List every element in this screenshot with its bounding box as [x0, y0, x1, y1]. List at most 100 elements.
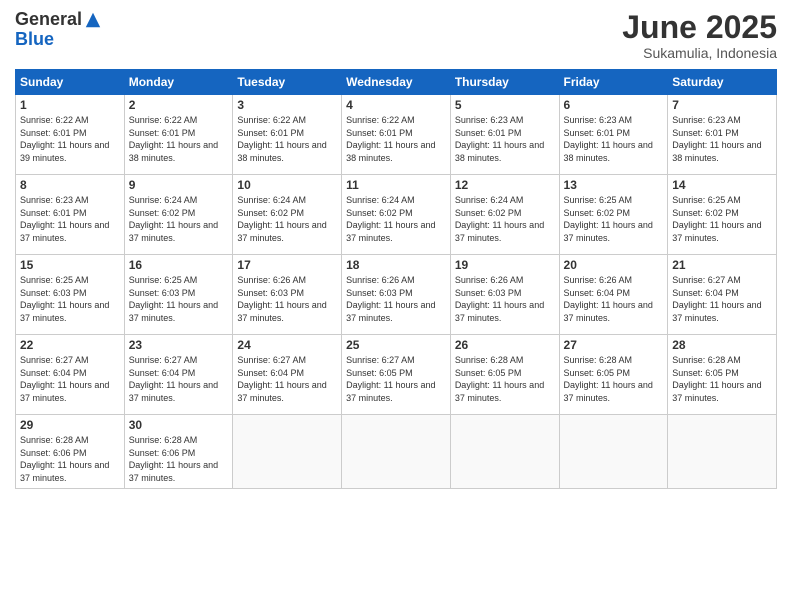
day-info: Sunrise: 6:24 AM Sunset: 6:02 PM Dayligh… — [129, 194, 229, 244]
calendar-week-row: 29 Sunrise: 6:28 AM Sunset: 6:06 PM Dayl… — [16, 415, 777, 488]
day-number: 4 — [346, 98, 446, 112]
day-info: Sunrise: 6:22 AM Sunset: 6:01 PM Dayligh… — [129, 114, 229, 164]
table-row: 5 Sunrise: 6:23 AM Sunset: 6:01 PM Dayli… — [450, 95, 559, 175]
day-info: Sunrise: 6:22 AM Sunset: 6:01 PM Dayligh… — [237, 114, 337, 164]
table-row: 4 Sunrise: 6:22 AM Sunset: 6:01 PM Dayli… — [342, 95, 451, 175]
table-row: 15 Sunrise: 6:25 AM Sunset: 6:03 PM Dayl… — [16, 255, 125, 335]
table-row: 3 Sunrise: 6:22 AM Sunset: 6:01 PM Dayli… — [233, 95, 342, 175]
table-row: 13 Sunrise: 6:25 AM Sunset: 6:02 PM Dayl… — [559, 175, 668, 255]
calendar-table: Sunday Monday Tuesday Wednesday Thursday… — [15, 69, 777, 488]
day-number: 17 — [237, 258, 337, 272]
header-monday: Monday — [124, 70, 233, 95]
title-area: June 2025 Sukamulia, Indonesia — [622, 10, 777, 61]
table-row — [450, 415, 559, 488]
day-info: Sunrise: 6:22 AM Sunset: 6:01 PM Dayligh… — [20, 114, 120, 164]
table-row: 24 Sunrise: 6:27 AM Sunset: 6:04 PM Dayl… — [233, 335, 342, 415]
table-row: 19 Sunrise: 6:26 AM Sunset: 6:03 PM Dayl… — [450, 255, 559, 335]
header-sunday: Sunday — [16, 70, 125, 95]
table-row: 6 Sunrise: 6:23 AM Sunset: 6:01 PM Dayli… — [559, 95, 668, 175]
day-number: 26 — [455, 338, 555, 352]
header-tuesday: Tuesday — [233, 70, 342, 95]
day-number: 27 — [564, 338, 664, 352]
calendar-week-row: 1 Sunrise: 6:22 AM Sunset: 6:01 PM Dayli… — [16, 95, 777, 175]
day-info: Sunrise: 6:27 AM Sunset: 6:04 PM Dayligh… — [672, 274, 772, 324]
day-info: Sunrise: 6:28 AM Sunset: 6:05 PM Dayligh… — [672, 354, 772, 404]
day-info: Sunrise: 6:28 AM Sunset: 6:06 PM Dayligh… — [129, 434, 229, 484]
logo-text: General Blue — [15, 10, 102, 50]
page: General Blue June 2025 Sukamulia, Indone… — [0, 0, 792, 612]
day-number: 25 — [346, 338, 446, 352]
day-number: 8 — [20, 178, 120, 192]
table-row: 20 Sunrise: 6:26 AM Sunset: 6:04 PM Dayl… — [559, 255, 668, 335]
day-info: Sunrise: 6:25 AM Sunset: 6:02 PM Dayligh… — [672, 194, 772, 244]
table-row: 27 Sunrise: 6:28 AM Sunset: 6:05 PM Dayl… — [559, 335, 668, 415]
table-row: 14 Sunrise: 6:25 AM Sunset: 6:02 PM Dayl… — [668, 175, 777, 255]
day-number: 19 — [455, 258, 555, 272]
table-row: 12 Sunrise: 6:24 AM Sunset: 6:02 PM Dayl… — [450, 175, 559, 255]
day-info: Sunrise: 6:25 AM Sunset: 6:03 PM Dayligh… — [129, 274, 229, 324]
day-info: Sunrise: 6:23 AM Sunset: 6:01 PM Dayligh… — [455, 114, 555, 164]
day-info: Sunrise: 6:28 AM Sunset: 6:05 PM Dayligh… — [564, 354, 664, 404]
day-number: 7 — [672, 98, 772, 112]
day-info: Sunrise: 6:27 AM Sunset: 6:05 PM Dayligh… — [346, 354, 446, 404]
header-wednesday: Wednesday — [342, 70, 451, 95]
day-number: 30 — [129, 418, 229, 432]
day-number: 1 — [20, 98, 120, 112]
day-number: 23 — [129, 338, 229, 352]
table-row: 17 Sunrise: 6:26 AM Sunset: 6:03 PM Dayl… — [233, 255, 342, 335]
table-row: 30 Sunrise: 6:28 AM Sunset: 6:06 PM Dayl… — [124, 415, 233, 488]
day-info: Sunrise: 6:28 AM Sunset: 6:05 PM Dayligh… — [455, 354, 555, 404]
day-number: 21 — [672, 258, 772, 272]
day-info: Sunrise: 6:27 AM Sunset: 6:04 PM Dayligh… — [129, 354, 229, 404]
table-row: 18 Sunrise: 6:26 AM Sunset: 6:03 PM Dayl… — [342, 255, 451, 335]
header-saturday: Saturday — [668, 70, 777, 95]
day-number: 12 — [455, 178, 555, 192]
calendar-week-row: 8 Sunrise: 6:23 AM Sunset: 6:01 PM Dayli… — [16, 175, 777, 255]
table-row: 11 Sunrise: 6:24 AM Sunset: 6:02 PM Dayl… — [342, 175, 451, 255]
day-number: 3 — [237, 98, 337, 112]
day-number: 13 — [564, 178, 664, 192]
table-row: 7 Sunrise: 6:23 AM Sunset: 6:01 PM Dayli… — [668, 95, 777, 175]
table-row: 29 Sunrise: 6:28 AM Sunset: 6:06 PM Dayl… — [16, 415, 125, 488]
day-number: 6 — [564, 98, 664, 112]
day-number: 2 — [129, 98, 229, 112]
day-number: 14 — [672, 178, 772, 192]
table-row — [233, 415, 342, 488]
day-info: Sunrise: 6:24 AM Sunset: 6:02 PM Dayligh… — [237, 194, 337, 244]
day-info: Sunrise: 6:26 AM Sunset: 6:04 PM Dayligh… — [564, 274, 664, 324]
table-row: 10 Sunrise: 6:24 AM Sunset: 6:02 PM Dayl… — [233, 175, 342, 255]
day-number: 5 — [455, 98, 555, 112]
table-row: 25 Sunrise: 6:27 AM Sunset: 6:05 PM Dayl… — [342, 335, 451, 415]
table-row: 16 Sunrise: 6:25 AM Sunset: 6:03 PM Dayl… — [124, 255, 233, 335]
day-number: 16 — [129, 258, 229, 272]
calendar-week-row: 22 Sunrise: 6:27 AM Sunset: 6:04 PM Dayl… — [16, 335, 777, 415]
logo-general: General — [15, 10, 82, 30]
table-row — [668, 415, 777, 488]
header: General Blue June 2025 Sukamulia, Indone… — [15, 10, 777, 61]
day-info: Sunrise: 6:26 AM Sunset: 6:03 PM Dayligh… — [237, 274, 337, 324]
day-number: 24 — [237, 338, 337, 352]
day-number: 29 — [20, 418, 120, 432]
day-info: Sunrise: 6:23 AM Sunset: 6:01 PM Dayligh… — [564, 114, 664, 164]
header-thursday: Thursday — [450, 70, 559, 95]
table-row: 22 Sunrise: 6:27 AM Sunset: 6:04 PM Dayl… — [16, 335, 125, 415]
table-row — [342, 415, 451, 488]
day-number: 15 — [20, 258, 120, 272]
day-info: Sunrise: 6:28 AM Sunset: 6:06 PM Dayligh… — [20, 434, 120, 484]
table-row — [559, 415, 668, 488]
table-row: 1 Sunrise: 6:22 AM Sunset: 6:01 PM Dayli… — [16, 95, 125, 175]
day-info: Sunrise: 6:27 AM Sunset: 6:04 PM Dayligh… — [20, 354, 120, 404]
day-number: 18 — [346, 258, 446, 272]
location-subtitle: Sukamulia, Indonesia — [622, 45, 777, 61]
logo-blue: Blue — [15, 30, 102, 50]
day-number: 9 — [129, 178, 229, 192]
day-info: Sunrise: 6:25 AM Sunset: 6:02 PM Dayligh… — [564, 194, 664, 244]
day-number: 28 — [672, 338, 772, 352]
day-number: 20 — [564, 258, 664, 272]
logo: General Blue — [15, 10, 102, 50]
day-info: Sunrise: 6:27 AM Sunset: 6:04 PM Dayligh… — [237, 354, 337, 404]
day-info: Sunrise: 6:23 AM Sunset: 6:01 PM Dayligh… — [20, 194, 120, 244]
month-title: June 2025 — [622, 10, 777, 45]
day-info: Sunrise: 6:23 AM Sunset: 6:01 PM Dayligh… — [672, 114, 772, 164]
day-info: Sunrise: 6:24 AM Sunset: 6:02 PM Dayligh… — [455, 194, 555, 244]
